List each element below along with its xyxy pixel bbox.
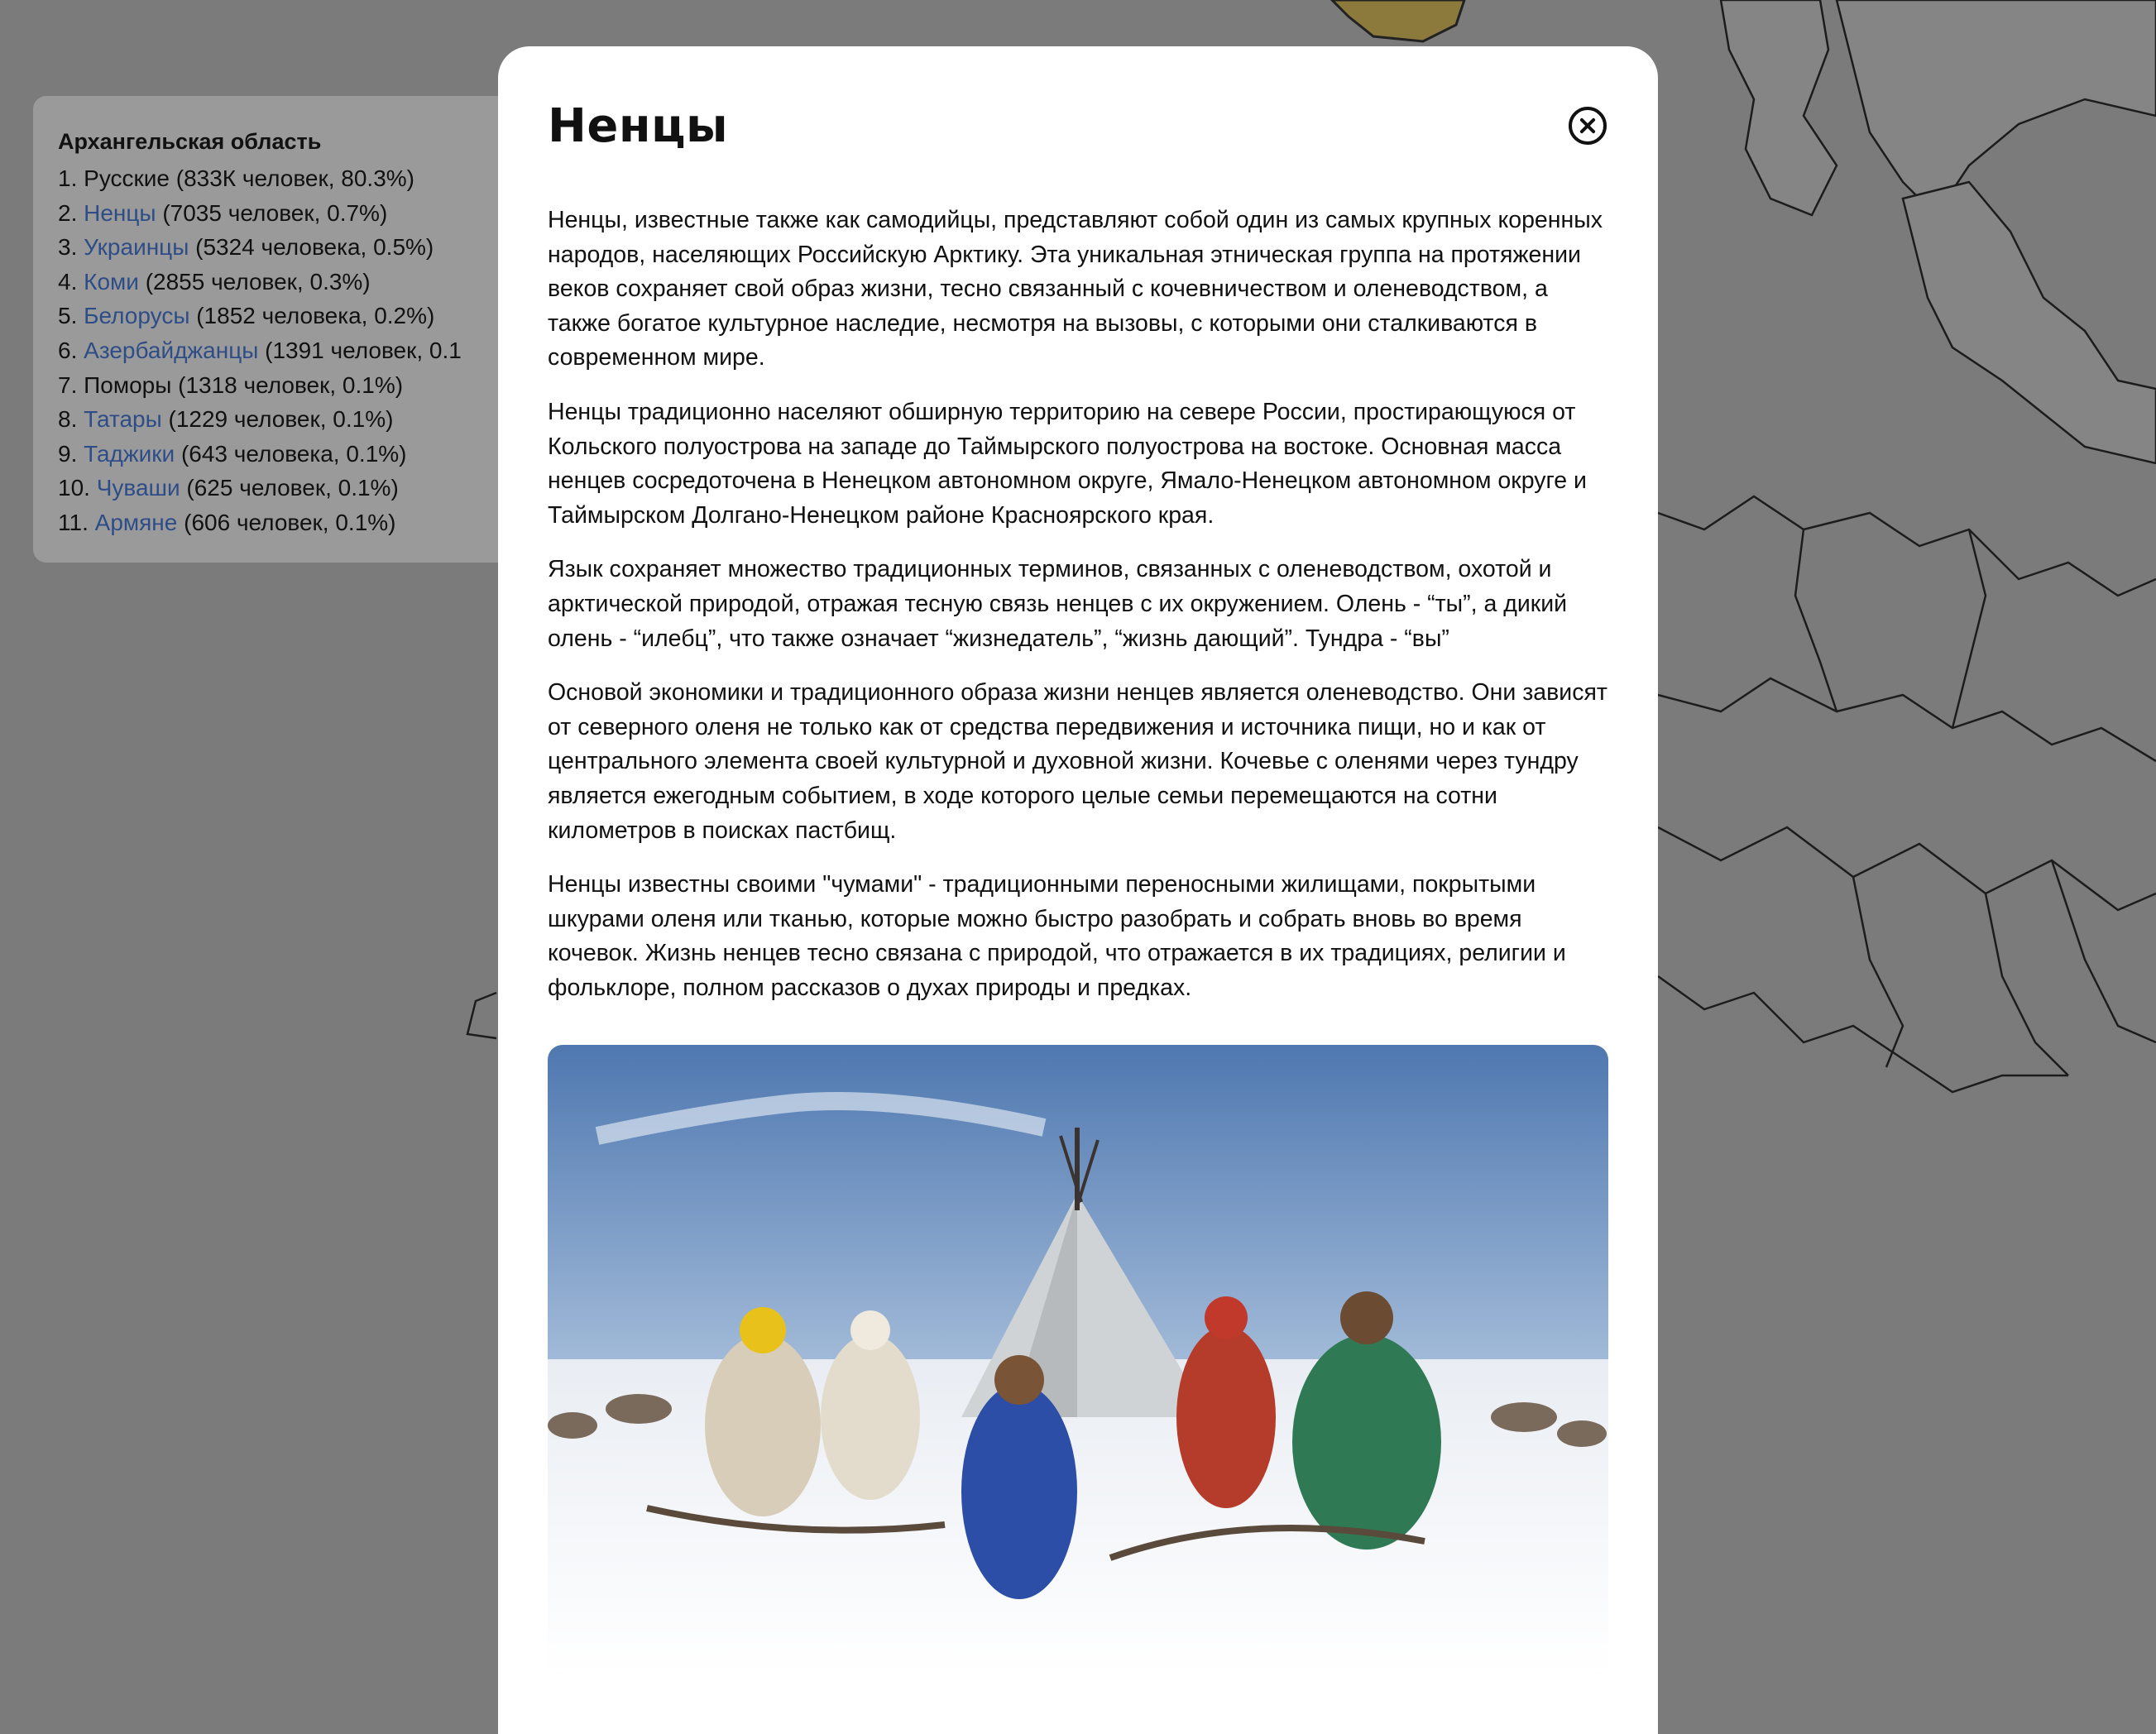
group-name: Русские <box>84 165 170 192</box>
list-item: 9. Таджики (643 человека, 0.1%) <box>58 440 407 467</box>
group-link[interactable]: Коми <box>84 269 139 295</box>
list-item: 6. Азербайджанцы (1391 человек, 0.1 <box>58 338 462 364</box>
list-item: 4. Коми (2855 человек, 0.3%) <box>58 268 371 295</box>
group-link[interactable]: Азербайджанцы <box>84 338 258 363</box>
group-link[interactable]: Татары <box>84 406 162 432</box>
nenets-photo <box>548 1045 1608 1674</box>
paragraph: Ненцы, известные также как самодийцы, пр… <box>548 207 1603 371</box>
list-item: 2. Ненцы (7035 человек, 0.7%) <box>58 199 388 226</box>
region-title: Архангельская область <box>58 129 322 154</box>
paragraph: Основой экономики и традиционного образа… <box>548 679 1607 844</box>
paragraph: Язык сохраняет множество традиционных те… <box>548 556 1568 652</box>
list-item: 7. Поморы (1318 человек, 0.1%) <box>58 371 404 398</box>
list-item: 5. Белорусы (1852 человека, 0.2%) <box>58 303 435 329</box>
modal-body: Ненцы, известные также как самодийцы, пр… <box>548 204 1608 1674</box>
region-info-panel: Архангельская область 1. Русские (833К ч… <box>33 96 546 563</box>
close-icon[interactable] <box>1569 107 1607 145</box>
group-link[interactable]: Белорусы <box>84 303 189 328</box>
list-item: 1. Русские (833К человек, 80.3%) <box>58 165 414 192</box>
modal-title: Ненцы <box>548 98 729 153</box>
paragraph: Ненцы известны своими "чумами" - традици… <box>548 871 1566 1001</box>
list-item: 8. Татары (1229 человек, 0.1%) <box>58 406 394 433</box>
group-link[interactable]: Чуваши <box>97 475 180 501</box>
list-item: 3. Украинцы (5324 человека, 0.5%) <box>58 234 434 261</box>
group-link[interactable]: Украинцы <box>84 234 189 260</box>
ethnic-groups-list: 1. Русские (833К человек, 80.3%) 2. Ненц… <box>58 161 546 540</box>
paragraph: Ненцы традиционно населяют обширную терр… <box>548 398 1587 529</box>
ethnic-group-modal: Ненцы Ненцы, известные также как самодий… <box>498 46 1658 1734</box>
list-item: 11. Армяне (606 человек, 0.1%) <box>58 510 396 536</box>
list-item: 10. Чуваши (625 человек, 0.1%) <box>58 475 399 501</box>
modal-header: Ненцы <box>548 93 1608 159</box>
group-link[interactable]: Армяне <box>95 510 178 535</box>
group-link[interactable]: Ненцы <box>84 200 156 226</box>
group-link[interactable]: Таджики <box>84 441 175 467</box>
group-name: Поморы <box>84 371 172 398</box>
